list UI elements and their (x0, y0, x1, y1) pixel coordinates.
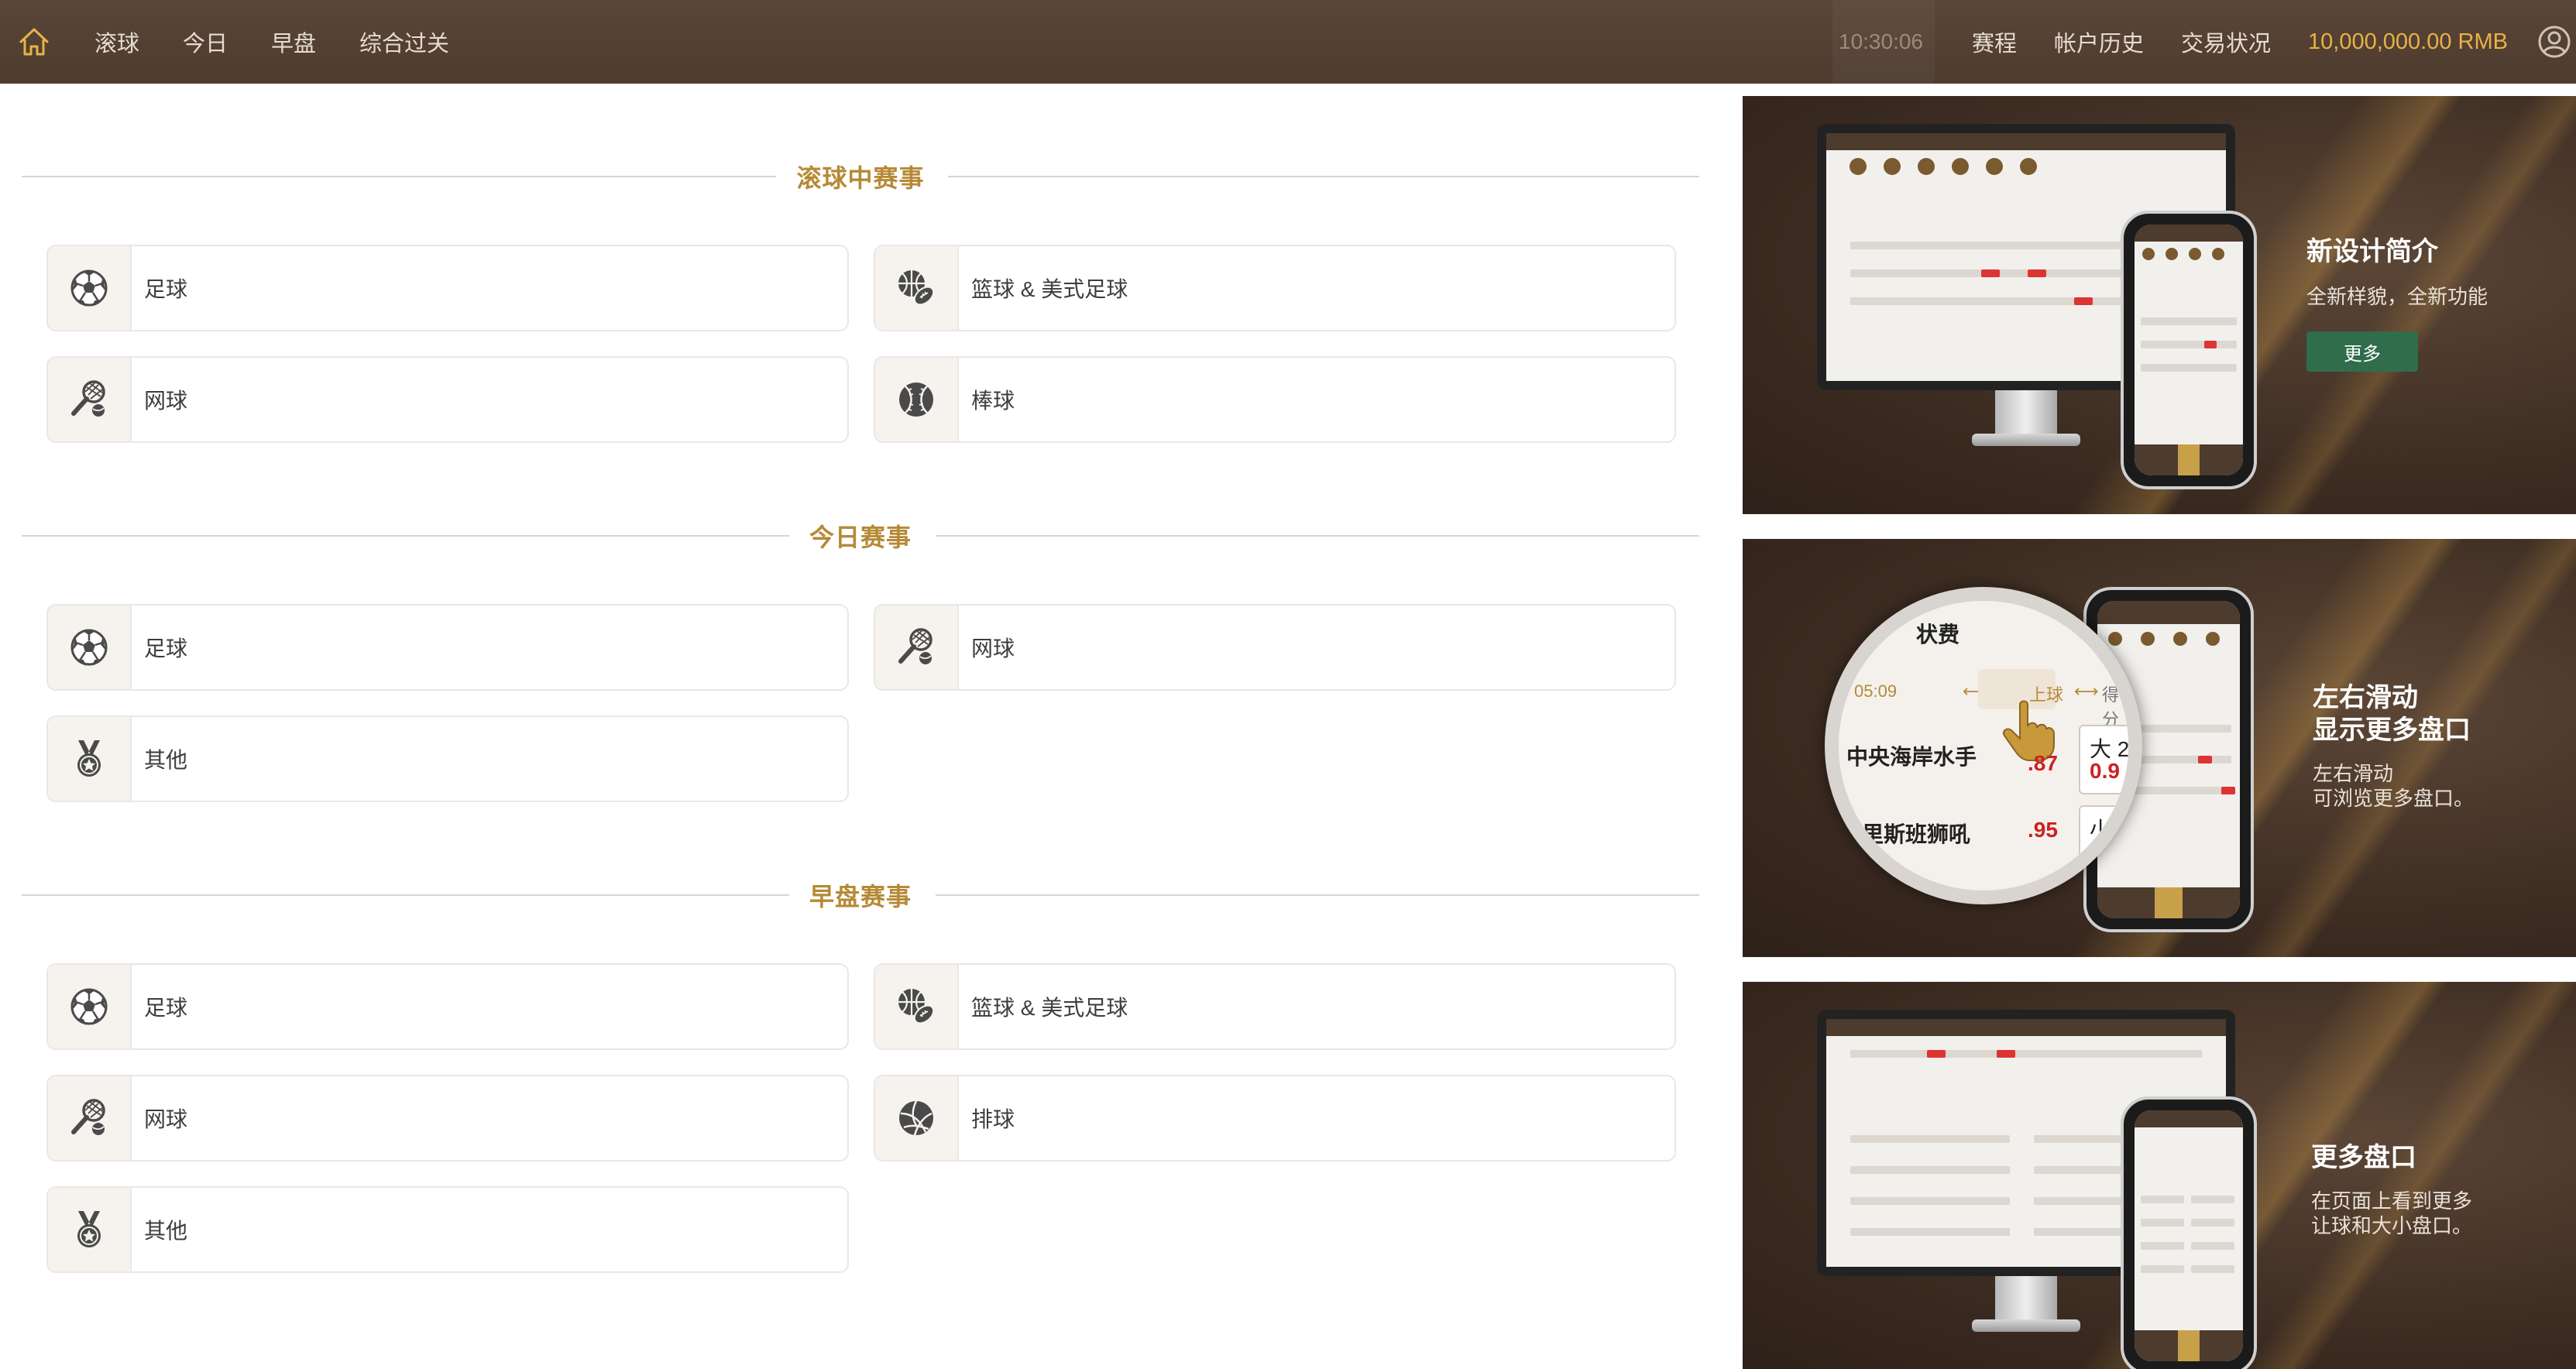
nav-account-history[interactable]: 帐户历史 (2054, 26, 2144, 58)
soccer-ball-icon (48, 965, 132, 1048)
banner-title: 新设计简介 (2306, 237, 2438, 266)
banner-title-line1: 左右滑动 (2313, 683, 2418, 712)
nav-schedule[interactable]: 赛程 (1972, 26, 2017, 58)
section-heading: 早盘赛事 (788, 877, 932, 913)
sport-card-early-basketball[interactable]: 篮球 & 美式足球 (874, 963, 1676, 1050)
sport-label: 网球 (144, 389, 188, 413)
medal-icon (48, 717, 132, 801)
sport-label: 其他 (144, 1219, 188, 1243)
home-icon[interactable] (17, 25, 51, 59)
banner-title: 更多盘口 (2311, 1143, 2416, 1172)
magnifier-time: 05:09 (1854, 681, 1898, 701)
phone-mockup (2121, 1096, 2257, 1369)
magnifier-arrow-right: ⟷ (2074, 681, 2099, 701)
soccer-ball-icon (48, 606, 132, 689)
divider-line (22, 176, 788, 177)
volleyball-icon (875, 1076, 959, 1160)
magnifier-team1: 中央海岸水手 (1846, 745, 1977, 769)
magnifier-header-text: 状费 (1916, 623, 1960, 647)
divider-line (22, 894, 801, 896)
banner-title-line2: 显示更多盘口 (2313, 715, 2471, 745)
sport-card-early-volleyball[interactable]: 排球 (874, 1075, 1676, 1161)
sport-card-early-soccer[interactable]: 足球 (46, 963, 849, 1050)
sport-card-in-play-baseball[interactable]: 棒球 (874, 356, 1676, 443)
section-heading: 滚球中赛事 (776, 159, 945, 194)
sport-label: 排球 (971, 1107, 1015, 1131)
user-icon[interactable] (2537, 25, 2571, 59)
divider-line (936, 535, 1699, 537)
basketball-football-icon (875, 965, 959, 1048)
magnifier-odd2: .95 (2028, 818, 2058, 842)
tennis-icon (875, 606, 959, 689)
magnifier-graphic: 状费 05:09 ⟷ 上球 ⟷ 得分 中央海岸水手 .87 大 2 0.9 里斯… (1825, 587, 2142, 904)
banner-subtitle-line1: 在页面上看到更多 (2311, 1189, 2473, 1213)
clock: 10:30:06 (1839, 29, 1923, 53)
sport-card-in-play-soccer[interactable]: 足球 (46, 245, 849, 331)
banner-subtitle-line2: 可浏览更多盘口。 (2313, 787, 2475, 810)
sport-label: 足球 (144, 996, 188, 1020)
divider-line (948, 176, 1699, 177)
soccer-ball-icon (48, 246, 132, 330)
nav-in-play[interactable]: 滚球 (94, 26, 139, 58)
medal-icon (48, 1188, 132, 1271)
sport-label: 足球 (144, 636, 188, 660)
baseball-icon (875, 358, 959, 441)
more-button[interactable]: 更多 (2306, 331, 2418, 372)
magnifier-box2-label: 小 (2090, 818, 2112, 842)
banner-subtitle-line2: 让球和大小盘口。 (2311, 1214, 2473, 1237)
nav-early[interactable]: 早盘 (271, 26, 316, 58)
magnifier-box1-odd: 0.9 (2090, 759, 2120, 783)
banner-new-design[interactable]: 新设计简介 全新样貌，全新功能 更多 (1743, 96, 2576, 514)
tennis-icon (48, 358, 132, 441)
section-heading: 今日赛事 (788, 518, 932, 554)
sport-label: 其他 (144, 748, 188, 772)
section-today-title: 今日赛事 (22, 513, 1699, 559)
sport-card-early-tennis[interactable]: 网球 (46, 1075, 849, 1161)
main-nav: 滚球 今日 早盘 综合过关 (94, 0, 493, 84)
banner-subtitle: 全新样貌，全新功能 (2306, 285, 2488, 308)
magnifier-team2: 里斯班狮吼 (1862, 822, 1971, 846)
divider-line (22, 535, 801, 537)
sport-label: 棒球 (971, 389, 1015, 413)
section-in-play-title: 滚球中赛事 (22, 153, 1699, 200)
top-navigation-bar: 滚球 今日 早盘 综合过关 10:30:06 赛程 帐户历史 交易状况 10,0… (0, 0, 2576, 84)
nav-bet-status[interactable]: 交易状况 (2181, 26, 2271, 58)
sport-label: 足球 (144, 277, 188, 301)
section-early-title: 早盘赛事 (22, 872, 1699, 918)
sport-card-in-play-tennis[interactable]: 网球 (46, 356, 849, 443)
sport-label: 网球 (971, 636, 1015, 660)
account-balance[interactable]: 10,000,000.00 RMB (2308, 0, 2508, 84)
nav-parlay[interactable]: 综合过关 (359, 26, 449, 58)
sport-card-today-other[interactable]: 其他 (46, 715, 849, 802)
sport-card-in-play-basketball[interactable]: 篮球 & 美式足球 (874, 245, 1676, 331)
basketball-football-icon (875, 246, 959, 330)
magnifier-tab2-label: 得分 (2102, 685, 2120, 729)
divider-line (936, 894, 1699, 896)
sport-label: 篮球 & 美式足球 (971, 996, 1128, 1020)
sport-label: 篮球 & 美式足球 (971, 277, 1128, 301)
sport-card-early-other[interactable]: 其他 (46, 1186, 849, 1273)
nav-today[interactable]: 今日 (183, 26, 228, 58)
phone-mockup (2121, 211, 2257, 489)
tennis-icon (48, 1076, 132, 1160)
magnifier-odd1: .87 (2028, 751, 2058, 775)
sport-card-today-tennis[interactable]: 网球 (874, 604, 1676, 691)
sport-card-today-soccer[interactable]: 足球 (46, 604, 849, 691)
banner-subtitle-line1: 左右滑动 (2313, 762, 2394, 785)
sport-label: 网球 (144, 1107, 188, 1131)
account-nav: 赛程 帐户历史 交易状况 (1972, 0, 2308, 84)
banner-more-markets[interactable]: 更多盘口 在页面上看到更多 让球和大小盘口。 (1743, 982, 2576, 1369)
